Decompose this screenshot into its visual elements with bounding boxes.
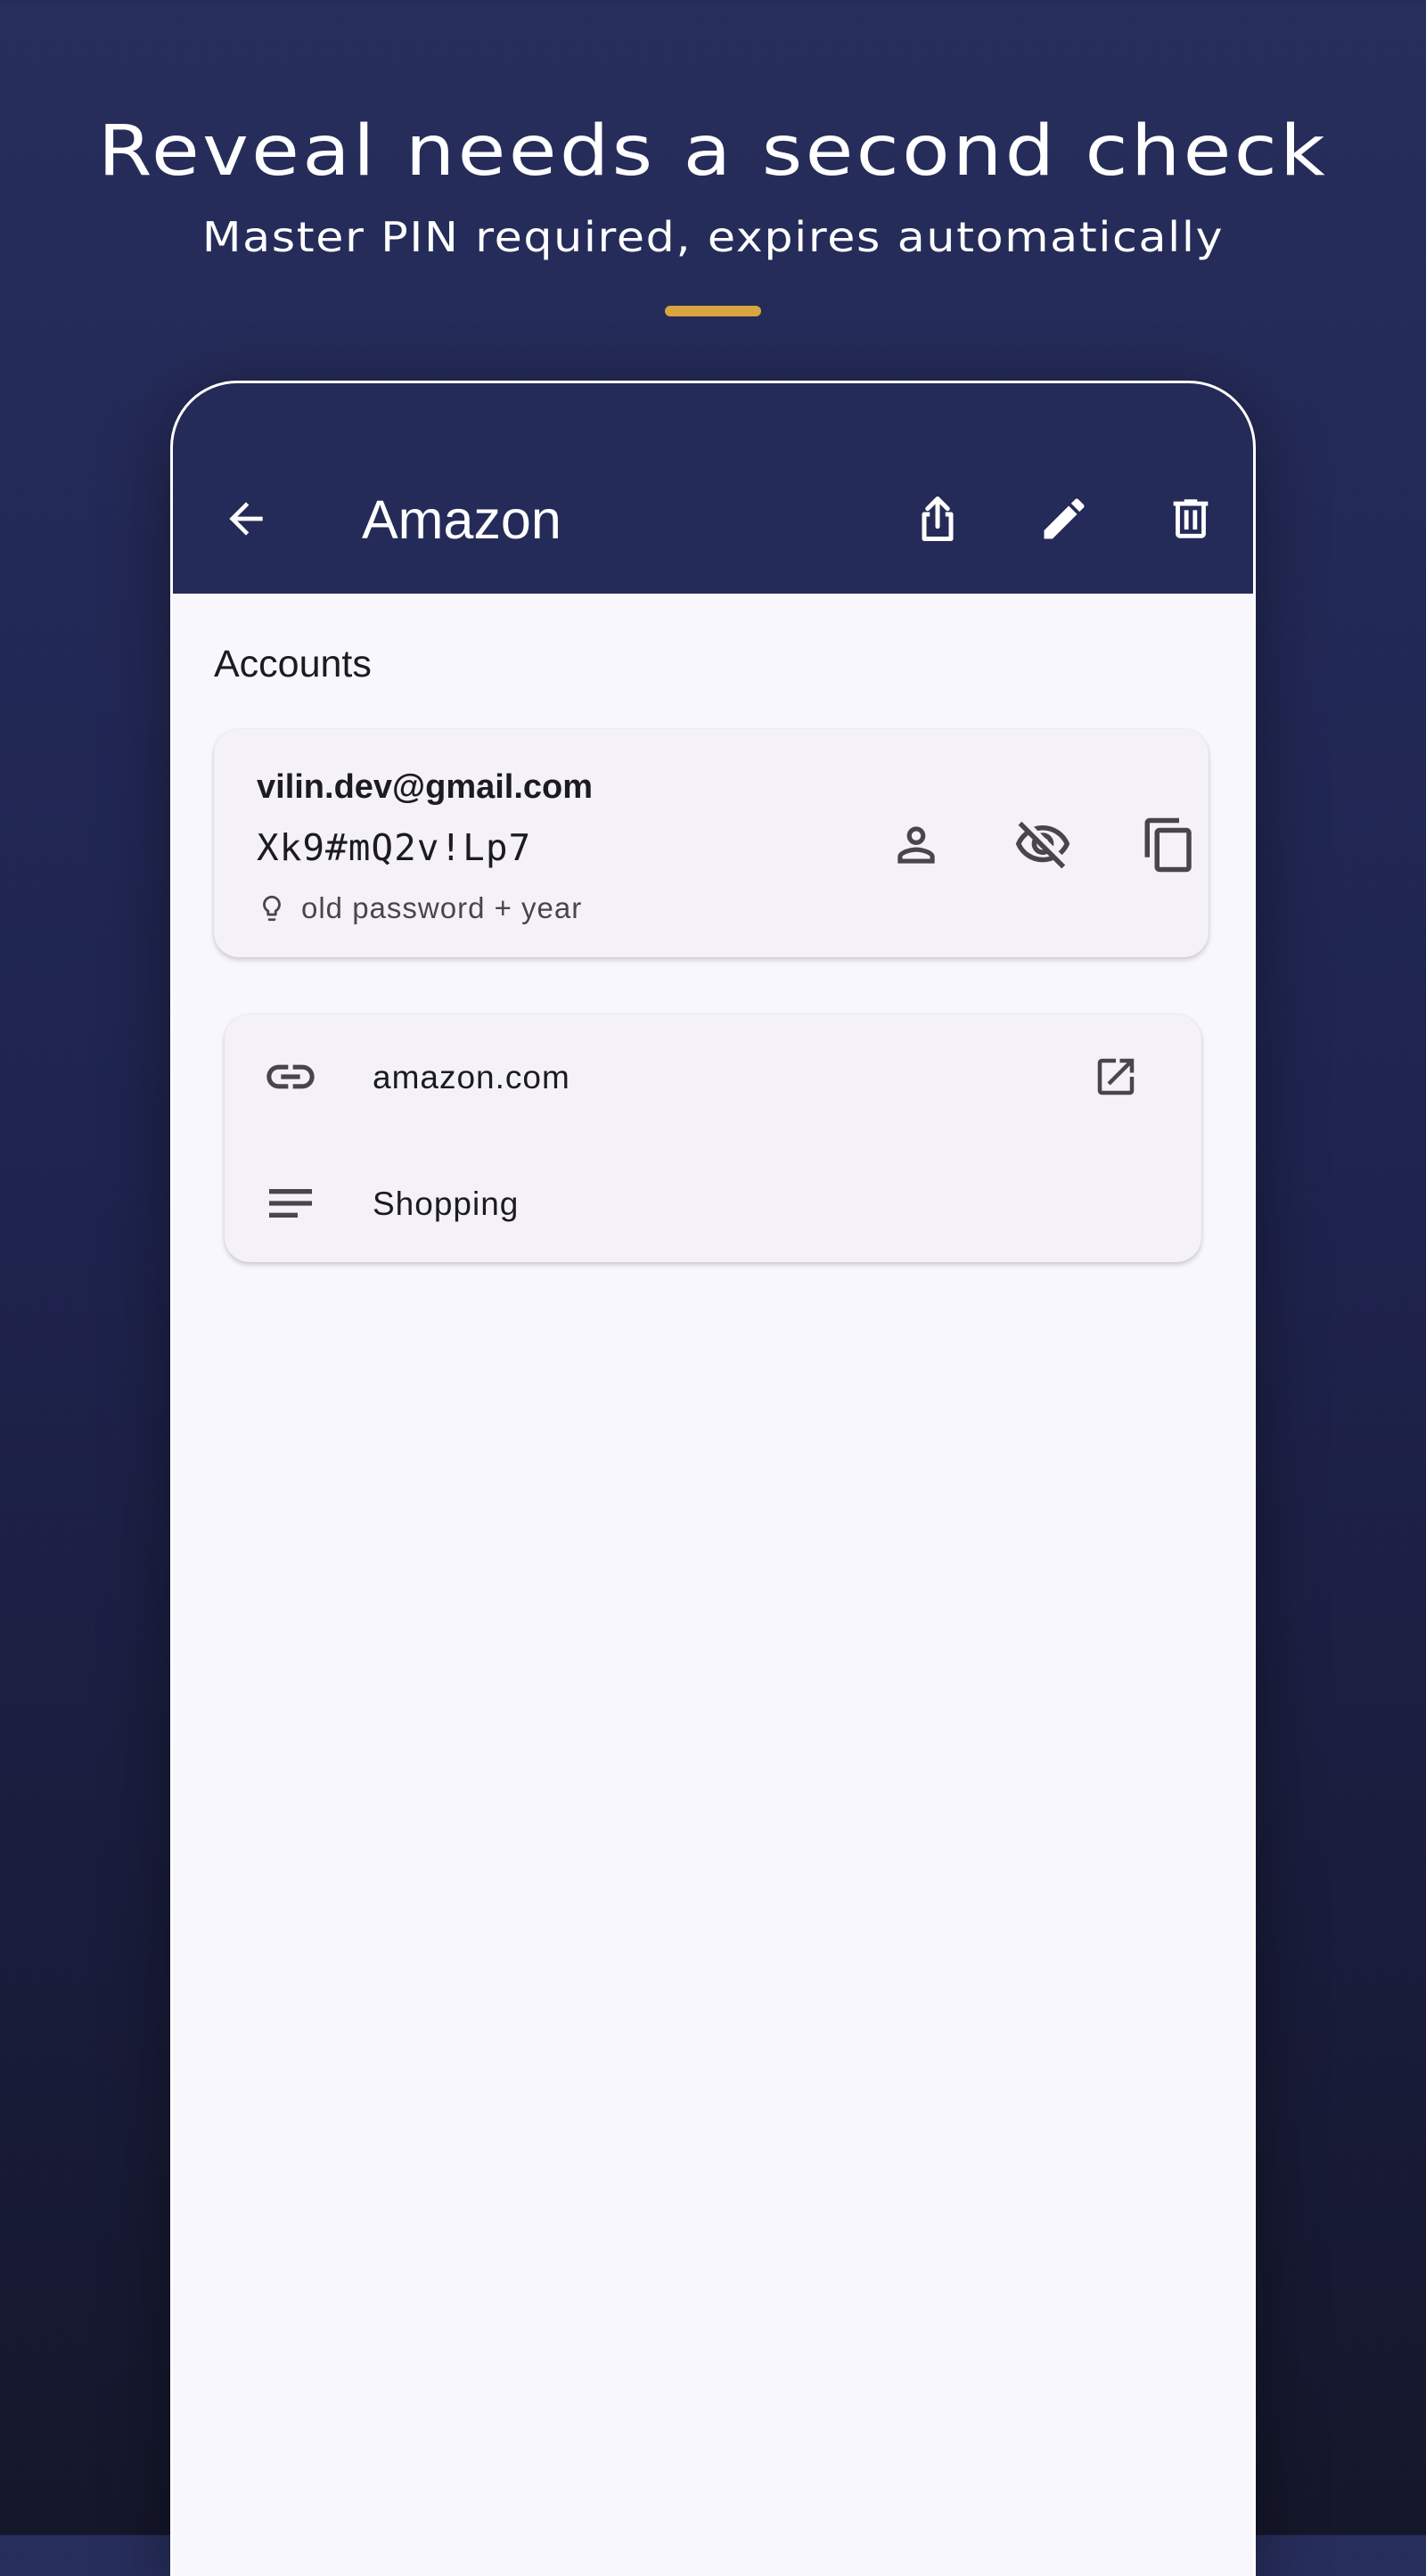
account-password[interactable]: Xk9#mQ2v!Lp7 bbox=[257, 825, 531, 870]
delete-icon bbox=[1173, 499, 1209, 538]
page-title: Amazon bbox=[362, 489, 561, 550]
edit-button[interactable] bbox=[1021, 476, 1107, 562]
person-icon bbox=[897, 826, 935, 864]
lightbulb-icon bbox=[257, 890, 287, 926]
category-row: Shopping bbox=[225, 1150, 1201, 1257]
account-username[interactable]: vilin.dev@gmail.com bbox=[257, 767, 593, 808]
copy-password-button[interactable] bbox=[1127, 802, 1212, 888]
share-button[interactable] bbox=[895, 476, 980, 562]
app-bar: Amazon bbox=[173, 383, 1253, 594]
website-value: amazon.com bbox=[373, 1059, 570, 1095]
open-in-new-icon bbox=[1097, 1058, 1135, 1095]
details-card: amazon.com Shopping bbox=[225, 1014, 1201, 1262]
share-icon bbox=[922, 496, 954, 541]
website-row: amazon.com bbox=[225, 1023, 1201, 1130]
copy-icon bbox=[1144, 817, 1192, 873]
password-hint: old password + year bbox=[257, 888, 582, 929]
accounts-heading: Accounts bbox=[214, 643, 372, 685]
back-button[interactable] bbox=[203, 476, 289, 562]
edit-icon bbox=[1044, 498, 1085, 539]
promo-title: Reveal needs a second check bbox=[97, 111, 1329, 192]
link-icon bbox=[262, 1050, 319, 1103]
phone-frame: Amazon Accounts vilin.dev@gmail.com Xk9#… bbox=[173, 383, 1253, 2576]
promo-accent-underline bbox=[665, 306, 761, 316]
promo-subtitle: Master PIN required, expires automatical… bbox=[201, 213, 1225, 261]
open-website-button[interactable] bbox=[1073, 1034, 1159, 1120]
account-card: vilin.dev@gmail.com Xk9#mQ2v!Lp7 old pas… bbox=[214, 729, 1209, 957]
arrow-back-icon bbox=[229, 502, 263, 536]
visibility-off-icon bbox=[1015, 821, 1070, 869]
promo-header: Reveal needs a second check Master PIN r… bbox=[0, 0, 1426, 357]
category-value: Shopping bbox=[373, 1185, 520, 1222]
notes-icon bbox=[262, 1177, 319, 1230]
reveal-password-button[interactable] bbox=[1000, 802, 1086, 888]
copy-username-button[interactable] bbox=[873, 802, 959, 888]
delete-button[interactable] bbox=[1148, 476, 1233, 562]
password-hint-text: old password + year bbox=[301, 891, 583, 924]
